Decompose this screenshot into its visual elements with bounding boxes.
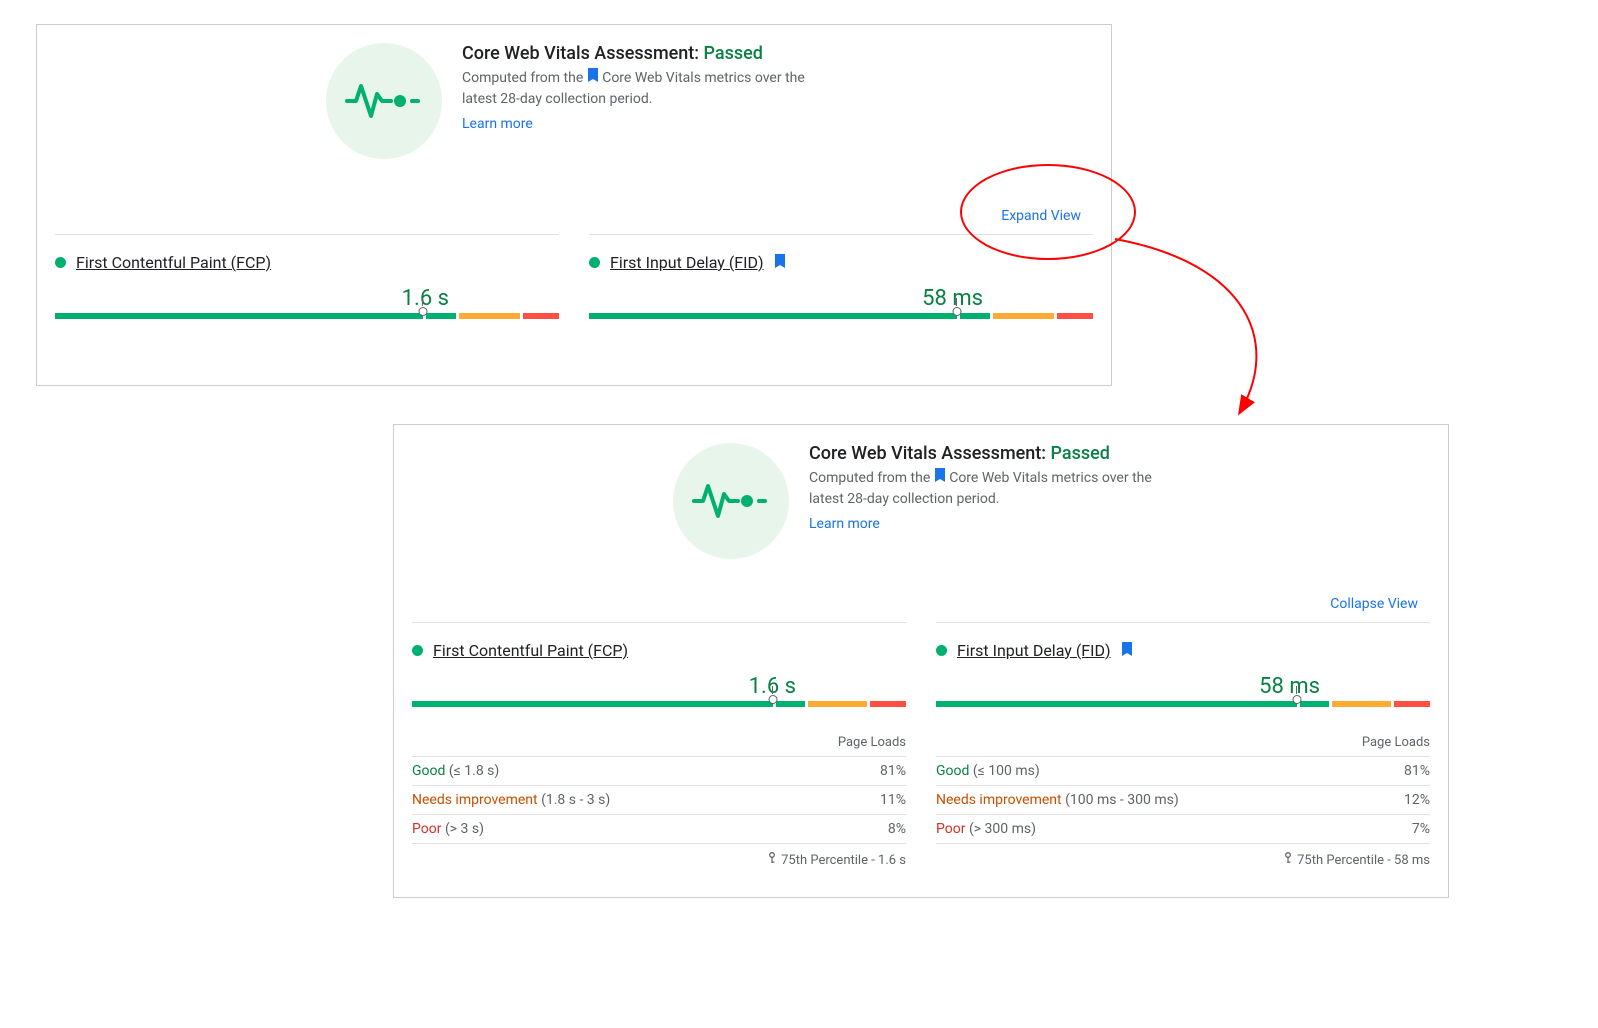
learn-more-link[interactable]: Learn more bbox=[809, 516, 880, 532]
cwv-panel-expanded: Core Web Vitals Assessment: Passed Compu… bbox=[393, 424, 1449, 898]
status-dot-good bbox=[589, 257, 600, 268]
percentile-note: 75th Percentile - 58 ms bbox=[936, 852, 1430, 868]
bucket-label: Good bbox=[936, 763, 969, 779]
bucket-label: Needs improvement bbox=[936, 792, 1062, 808]
breakdown-table: Page Loads Good (≤ 100 ms) 81% Needs improv… bbox=[936, 729, 1430, 844]
metric-header: First Input Delay (FID) bbox=[589, 253, 1093, 272]
bucket-range: (> 3 s) bbox=[445, 821, 484, 837]
cwv-status: Passed bbox=[704, 43, 763, 64]
collapse-view-link[interactable]: Collapse View bbox=[1330, 596, 1418, 612]
key-icon bbox=[767, 852, 777, 868]
distribution-bar bbox=[936, 701, 1430, 721]
breakdown-row: Needs improvement (1.8 s - 3 s) 11% bbox=[412, 786, 906, 815]
breakdown-row: Poor (> 300 ms) 7% bbox=[936, 815, 1430, 844]
cwv-description: Computed from the Core Web Vitals metric… bbox=[809, 468, 1169, 510]
bucket-range: (> 300 ms) bbox=[969, 821, 1036, 837]
metric-name-link[interactable]: First Contentful Paint (FCP) bbox=[76, 253, 271, 272]
bucket-range: (1.8 s - 3 s) bbox=[541, 792, 610, 808]
status-dot-good bbox=[936, 645, 947, 656]
metric-header: First Contentful Paint (FCP) bbox=[412, 641, 906, 660]
metric-card: First Contentful Paint (FCP) 1.6 s bbox=[55, 234, 559, 333]
bucket-pct: 11% bbox=[880, 792, 906, 808]
metric-name-link[interactable]: First Contentful Paint (FCP) bbox=[433, 641, 628, 660]
bookmark-icon bbox=[934, 468, 946, 489]
metrics-row: First Contentful Paint (FCP) 1.6 s First I… bbox=[37, 234, 1111, 353]
metric-card: First Contentful Paint (FCP) 1.6 s Page Lo… bbox=[412, 622, 906, 868]
page-loads-header: Page Loads bbox=[936, 729, 1430, 757]
bookmark-icon bbox=[1121, 641, 1133, 660]
breakdown-row: Good (≤ 1.8 s) 81% bbox=[412, 757, 906, 786]
bucket-label: Poor bbox=[936, 821, 965, 837]
cwv-header: Core Web Vitals Assessment: Passed Compu… bbox=[394, 425, 1448, 559]
key-icon bbox=[1283, 852, 1293, 868]
distribution-bar bbox=[55, 313, 559, 333]
metric-value: 58 ms bbox=[936, 674, 1430, 699]
breakdown-row: Needs improvement (100 ms - 300 ms) 12% bbox=[936, 786, 1430, 815]
breakdown-row: Poor (> 3 s) 8% bbox=[412, 815, 906, 844]
bucket-pct: 12% bbox=[1404, 792, 1430, 808]
percentile-marker bbox=[418, 307, 427, 316]
status-dot-good bbox=[55, 257, 66, 268]
metric-value: 58 ms bbox=[589, 286, 1093, 311]
percentile-note: 75th Percentile - 1.6 s bbox=[412, 852, 906, 868]
metric-name-link[interactable]: First Input Delay (FID) bbox=[957, 641, 1111, 660]
status-dot-good bbox=[412, 645, 423, 656]
percentile-marker bbox=[768, 695, 777, 704]
metric-card: First Input Delay (FID) 58 ms bbox=[589, 234, 1093, 333]
bucket-range: (100 ms - 300 ms) bbox=[1065, 792, 1179, 808]
toggle-row: Expand View bbox=[37, 205, 1111, 234]
breakdown-table: Page Loads Good (≤ 1.8 s) 81% Needs improve… bbox=[412, 729, 906, 844]
metric-card: First Input Delay (FID) 58 msPage LoadsG… bbox=[936, 622, 1430, 868]
bucket-label: Needs improvement bbox=[412, 792, 538, 808]
cwv-status: Passed bbox=[1051, 443, 1110, 464]
bucket-pct: 8% bbox=[888, 821, 906, 837]
bucket-range: (≤ 1.8 s) bbox=[449, 763, 499, 779]
cwv-summary-text: Core Web Vitals Assessment: Passed Compu… bbox=[462, 43, 822, 159]
bucket-pct: 81% bbox=[880, 763, 906, 779]
metric-value: 1.6 s bbox=[412, 674, 906, 699]
bucket-pct: 7% bbox=[1412, 821, 1430, 837]
distribution-bar bbox=[412, 701, 906, 721]
cwv-header: Core Web Vitals Assessment: Passed Compu… bbox=[37, 25, 1111, 159]
toggle-row: Collapse View bbox=[394, 593, 1448, 622]
expand-view-link[interactable]: Expand View bbox=[1001, 208, 1081, 224]
breakdown-row: Good (≤ 100 ms) 81% bbox=[936, 757, 1430, 786]
cwv-summary-text: Core Web Vitals Assessment: Passed Compu… bbox=[809, 443, 1169, 559]
metric-value: 1.6 s bbox=[55, 286, 559, 311]
metric-header: First Contentful Paint (FCP) bbox=[55, 253, 559, 272]
cwv-title: Core Web Vitals Assessment: Passed bbox=[809, 443, 1169, 464]
cwv-description: Computed from the Core Web Vitals metric… bbox=[462, 68, 822, 110]
percentile-marker bbox=[952, 307, 961, 316]
bucket-label: Poor bbox=[412, 821, 441, 837]
page-loads-header: Page Loads bbox=[412, 729, 906, 757]
bucket-label: Good bbox=[412, 763, 445, 779]
vitals-icon bbox=[673, 443, 789, 559]
bookmark-icon bbox=[587, 68, 599, 89]
metric-name-link[interactable]: First Input Delay (FID) bbox=[610, 253, 764, 272]
vitals-icon bbox=[326, 43, 442, 159]
cwv-panel-collapsed: Core Web Vitals Assessment: Passed Compu… bbox=[36, 24, 1112, 386]
distribution-bar bbox=[589, 313, 1093, 333]
metric-header: First Input Delay (FID) bbox=[936, 641, 1430, 660]
cwv-title: Core Web Vitals Assessment: Passed bbox=[462, 43, 822, 64]
metrics-row: First Contentful Paint (FCP) 1.6 s Page Lo… bbox=[394, 622, 1448, 888]
percentile-marker bbox=[1292, 695, 1301, 704]
bucket-range: (≤ 100 ms) bbox=[973, 763, 1040, 779]
learn-more-link[interactable]: Learn more bbox=[462, 116, 533, 132]
bucket-pct: 81% bbox=[1404, 763, 1430, 779]
bookmark-icon bbox=[774, 253, 786, 272]
